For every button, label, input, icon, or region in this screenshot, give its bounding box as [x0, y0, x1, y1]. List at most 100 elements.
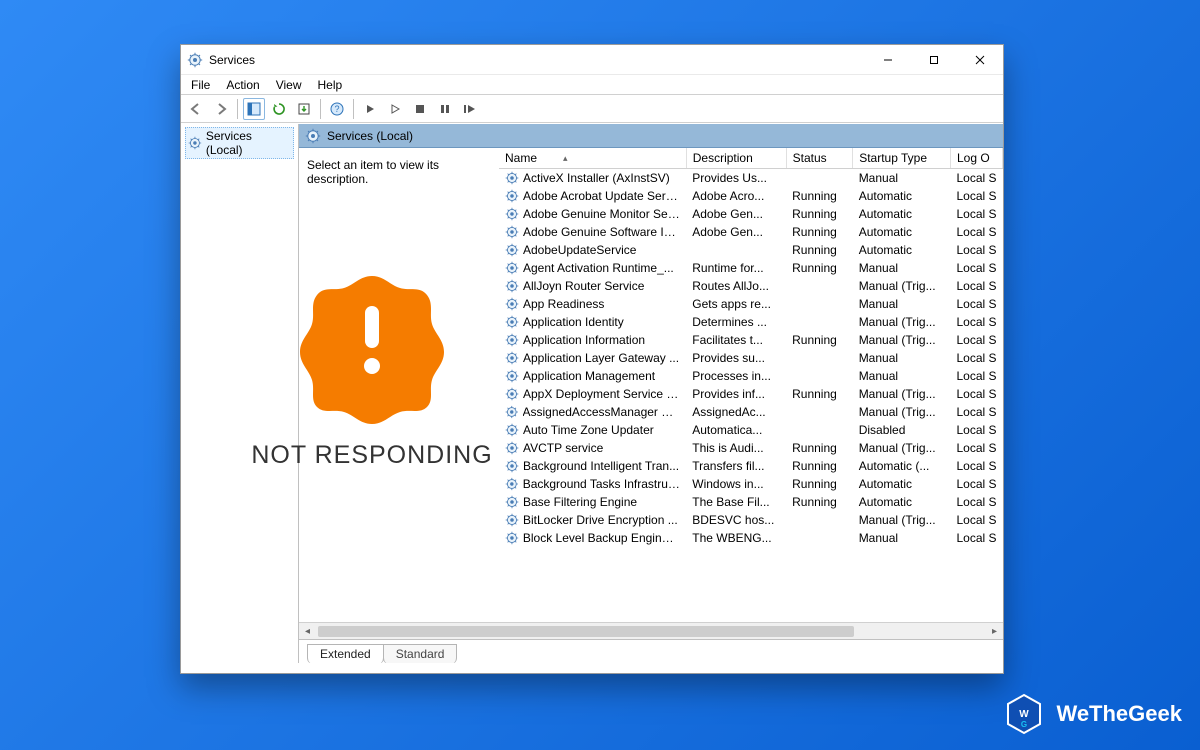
cell-logon: Local S	[950, 313, 1002, 331]
table-row[interactable]: Adobe Genuine Software In...Adobe Gen...…	[499, 223, 1003, 241]
menu-view[interactable]: View	[274, 76, 304, 94]
table-row[interactable]: Application InformationFacilitates t...R…	[499, 331, 1003, 349]
column-header-logon[interactable]: Log O	[950, 148, 1002, 169]
scroll-left-button[interactable]: ◂	[299, 626, 316, 637]
cell-logon: Local S	[950, 529, 1002, 547]
cell-startup: Automatic	[853, 223, 951, 241]
table-row[interactable]: AllJoyn Router ServiceRoutes AllJo...Man…	[499, 277, 1003, 295]
cell-logon: Local S	[950, 493, 1002, 511]
tab-standard[interactable]: Standard	[383, 644, 458, 663]
tree-item-services-local[interactable]: Services (Local)	[185, 127, 294, 159]
table-row[interactable]: Background Tasks Infrastruc...Windows in…	[499, 475, 1003, 493]
export-list-button[interactable]	[293, 98, 315, 120]
cell-description: Facilitates t...	[686, 331, 786, 349]
column-header-status[interactable]: Status	[786, 148, 853, 169]
cell-name: Application Information	[523, 333, 645, 347]
arrow-right-icon	[214, 102, 228, 116]
nav-back-button[interactable]	[185, 98, 207, 120]
horizontal-scrollbar[interactable]: ◂ ▸	[299, 622, 1003, 639]
gear-icon	[505, 369, 519, 383]
gear-icon	[505, 261, 519, 275]
toolbar: ?	[181, 95, 1003, 123]
minimize-button[interactable]	[865, 45, 911, 74]
console-tree[interactable]: Services (Local)	[181, 124, 299, 663]
refresh-button[interactable]	[268, 98, 290, 120]
svg-text:W: W	[1020, 709, 1030, 720]
cell-name: Agent Activation Runtime_...	[523, 261, 674, 275]
stop-service-button[interactable]	[409, 98, 431, 120]
cell-description: Runtime for...	[686, 259, 786, 277]
cell-status	[786, 169, 853, 188]
table-row[interactable]: Block Level Backup Engine ...The WBENG..…	[499, 529, 1003, 547]
table-row[interactable]: Auto Time Zone UpdaterAutomatica...Disab…	[499, 421, 1003, 439]
column-header-description[interactable]: Description	[686, 148, 786, 169]
cell-startup: Manual	[853, 529, 951, 547]
cell-startup: Manual (Trig...	[853, 277, 951, 295]
menu-help[interactable]: Help	[316, 76, 345, 94]
cell-status	[786, 349, 853, 367]
cell-logon: Local S	[950, 457, 1002, 475]
cell-startup: Manual	[853, 295, 951, 313]
services-grid[interactable]: Name Description Status Startup Type Log…	[499, 148, 1003, 622]
table-row[interactable]: Adobe Acrobat Update Serv...Adobe Acro..…	[499, 187, 1003, 205]
gear-icon	[505, 477, 519, 491]
table-row[interactable]: Application ManagementProcesses in...Man…	[499, 367, 1003, 385]
column-header-name[interactable]: Name	[499, 148, 686, 169]
table-row[interactable]: AssignedAccessManager Se...AssignedAc...…	[499, 403, 1003, 421]
gear-icon	[188, 136, 202, 150]
cell-logon: Local S	[950, 403, 1002, 421]
table-row[interactable]: Application IdentityDetermines ...Manual…	[499, 313, 1003, 331]
cell-status	[786, 511, 853, 529]
gear-icon	[305, 128, 321, 144]
close-button[interactable]	[957, 45, 1003, 74]
cell-description: Windows in...	[686, 475, 786, 493]
menu-file[interactable]: File	[189, 76, 212, 94]
cell-description: Gets apps re...	[686, 295, 786, 313]
table-row[interactable]: AppX Deployment Service (...Provides inf…	[499, 385, 1003, 403]
cell-startup: Automatic	[853, 205, 951, 223]
stop-icon	[414, 103, 426, 115]
cell-logon: Local S	[950, 367, 1002, 385]
scroll-thumb[interactable]	[318, 626, 854, 637]
menubar: File Action View Help	[181, 75, 1003, 95]
scroll-right-button[interactable]: ▸	[986, 626, 1003, 637]
cell-status: Running	[786, 493, 853, 511]
cell-logon: Local S	[950, 259, 1002, 277]
table-row[interactable]: Agent Activation Runtime_... Runtime for.…	[499, 259, 1003, 277]
nav-forward-button[interactable]	[210, 98, 232, 120]
cell-status	[786, 313, 853, 331]
cell-status	[786, 367, 853, 385]
cell-name: Base Filtering Engine	[523, 495, 637, 509]
maximize-button[interactable]	[911, 45, 957, 74]
show-hide-tree-button[interactable]	[243, 98, 265, 120]
play-outline-icon	[389, 103, 401, 115]
start-service-button-2[interactable]	[384, 98, 406, 120]
table-row[interactable]: AdobeUpdateServiceRunningAutomaticLocal …	[499, 241, 1003, 259]
scroll-track[interactable]	[316, 623, 986, 639]
table-row[interactable]: ActiveX Installer (AxInstSV)Provides Us.…	[499, 169, 1003, 188]
restart-icon	[463, 103, 477, 115]
table-row[interactable]: App ReadinessGets apps re...ManualLocal …	[499, 295, 1003, 313]
table-row[interactable]: BitLocker Drive Encryption ...BDESVC hos…	[499, 511, 1003, 529]
start-service-button[interactable]	[359, 98, 381, 120]
cell-status	[786, 421, 853, 439]
svg-text:G: G	[1021, 720, 1027, 729]
table-row[interactable]: Background Intelligent Tran...Transfers …	[499, 457, 1003, 475]
cell-description: Adobe Gen...	[686, 205, 786, 223]
restart-service-button[interactable]	[459, 98, 481, 120]
table-row[interactable]: Application Layer Gateway ...Provides su…	[499, 349, 1003, 367]
tab-extended[interactable]: Extended	[307, 644, 384, 663]
table-row[interactable]: Adobe Genuine Monitor Ser...Adobe Gen...…	[499, 205, 1003, 223]
titlebar[interactable]: Services	[181, 45, 1003, 75]
table-row[interactable]: AVCTP serviceThis is Audi...RunningManua…	[499, 439, 1003, 457]
cell-name: Application Management	[523, 369, 655, 383]
column-header-startup[interactable]: Startup Type	[853, 148, 951, 169]
cell-startup: Manual (Trig...	[853, 511, 951, 529]
cell-startup: Manual (Trig...	[853, 313, 951, 331]
services-app-icon	[187, 52, 203, 68]
pause-service-button[interactable]	[434, 98, 456, 120]
gear-icon	[505, 351, 519, 365]
menu-action[interactable]: Action	[224, 76, 261, 94]
table-row[interactable]: Base Filtering EngineThe Base Fil...Runn…	[499, 493, 1003, 511]
help-button[interactable]: ?	[326, 98, 348, 120]
